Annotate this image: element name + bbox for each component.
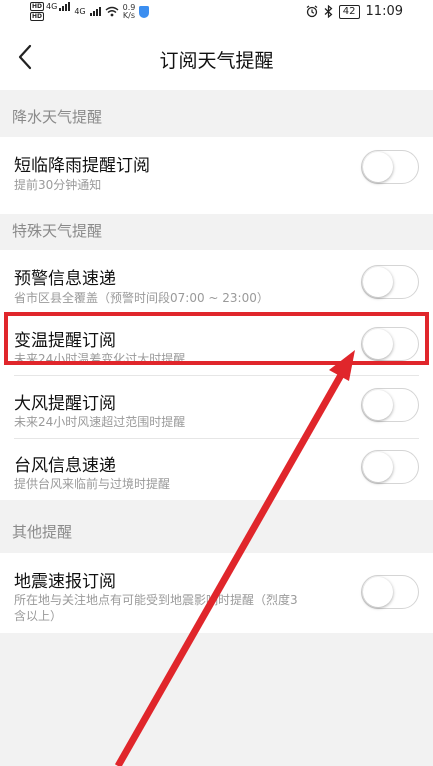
row-title: 变温提醒订阅: [14, 331, 116, 351]
row-subtitle: 省市区县全覆盖（预警时间段07:00 ~ 23:00）: [14, 291, 269, 305]
row-title: 地震速报订阅: [14, 572, 116, 592]
setting-row-short-rain: 短临降雨提醒订阅 提前30分钟通知: [0, 137, 433, 214]
row-title: 预警信息速递: [14, 269, 116, 289]
alarm-icon: [306, 5, 318, 18]
row-subtitle: 提供台风来临前与过境时提醒: [14, 477, 171, 491]
toggle-knob: [363, 390, 393, 420]
special-card: 预警信息速递 省市区县全覆盖（预警时间段07:00 ~ 23:00） 变温提醒订…: [0, 250, 433, 500]
status-bar: HD 4G HD 4G 0.9 K/s 42 11:09: [0, 0, 433, 26]
page-title: 订阅天气提醒: [159, 50, 274, 72]
battery-indicator: 42: [338, 4, 360, 19]
row-subtitle-line2: 含以上）: [14, 609, 63, 623]
toggle-knob: [363, 267, 393, 297]
toggle-knob: [363, 452, 393, 482]
section-label-other: 其他提醒: [12, 523, 73, 541]
row-subtitle: 未来24小时温差变化过大时提醒: [14, 352, 186, 361]
setting-row-warning: 预警信息速递 省市区县全覆盖（预警时间段07:00 ~ 23:00）: [0, 250, 433, 312]
signal-icon-1: [59, 2, 71, 11]
toggle-knob: [363, 577, 393, 607]
app-header: 订阅天气提醒: [0, 26, 433, 90]
clock: 11:09: [365, 4, 403, 19]
setting-row-temp-change: 变温提醒订阅 未来24小时温差变化过大时提醒: [0, 313, 433, 375]
toggle-short-rain[interactable]: [361, 150, 419, 184]
rain-card: 短临降雨提醒订阅 提前30分钟通知: [0, 137, 433, 214]
network-type-1: 4G: [46, 2, 58, 11]
signal-icon-2: [89, 7, 101, 16]
setting-row-earthquake: 地震速报订阅 所在地与关注地点有可能受到地震影响时提醒（烈度3 含以上）: [0, 553, 433, 633]
toggle-warning[interactable]: [361, 265, 419, 299]
toggle-wind[interactable]: [361, 388, 419, 422]
toggle-typhoon[interactable]: [361, 450, 419, 484]
setting-row-wind: 大风提醒订阅 未来24小时风速超过范围时提醒: [0, 376, 433, 438]
toggle-temp-change[interactable]: [361, 327, 419, 361]
shield-icon: [139, 5, 150, 18]
section-label-special: 特殊天气提醒: [12, 222, 103, 240]
setting-row-typhoon: 台风信息速递 提供台风来临前与过境时提醒: [0, 439, 433, 500]
network-speed: 0.9 K/s: [122, 2, 136, 20]
toggle-knob: [363, 152, 393, 182]
toggle-earthquake[interactable]: [361, 575, 419, 609]
row-title: 台风信息速递: [14, 456, 116, 476]
network-type-2: 4G: [74, 7, 86, 16]
other-card: 地震速报订阅 所在地与关注地点有可能受到地震影响时提醒（烈度3 含以上）: [0, 553, 433, 633]
hd-icon: HD: [30, 2, 45, 11]
wifi-icon: [105, 6, 119, 17]
row-title: 大风提醒订阅: [14, 394, 116, 414]
section-label-rain: 降水天气提醒: [12, 108, 103, 126]
hd-icon: HD: [30, 12, 45, 21]
toggle-knob: [363, 329, 393, 359]
row-subtitle-line1: 所在地与关注地点有可能受到地震影响时提醒（烈度3: [14, 593, 298, 607]
row-subtitle: 提前30分钟通知: [14, 178, 102, 192]
row-subtitle: 未来24小时风速超过范围时提醒: [14, 415, 186, 429]
row-title: 短临降雨提醒订阅: [14, 156, 150, 176]
bluetooth-icon: [324, 5, 333, 18]
